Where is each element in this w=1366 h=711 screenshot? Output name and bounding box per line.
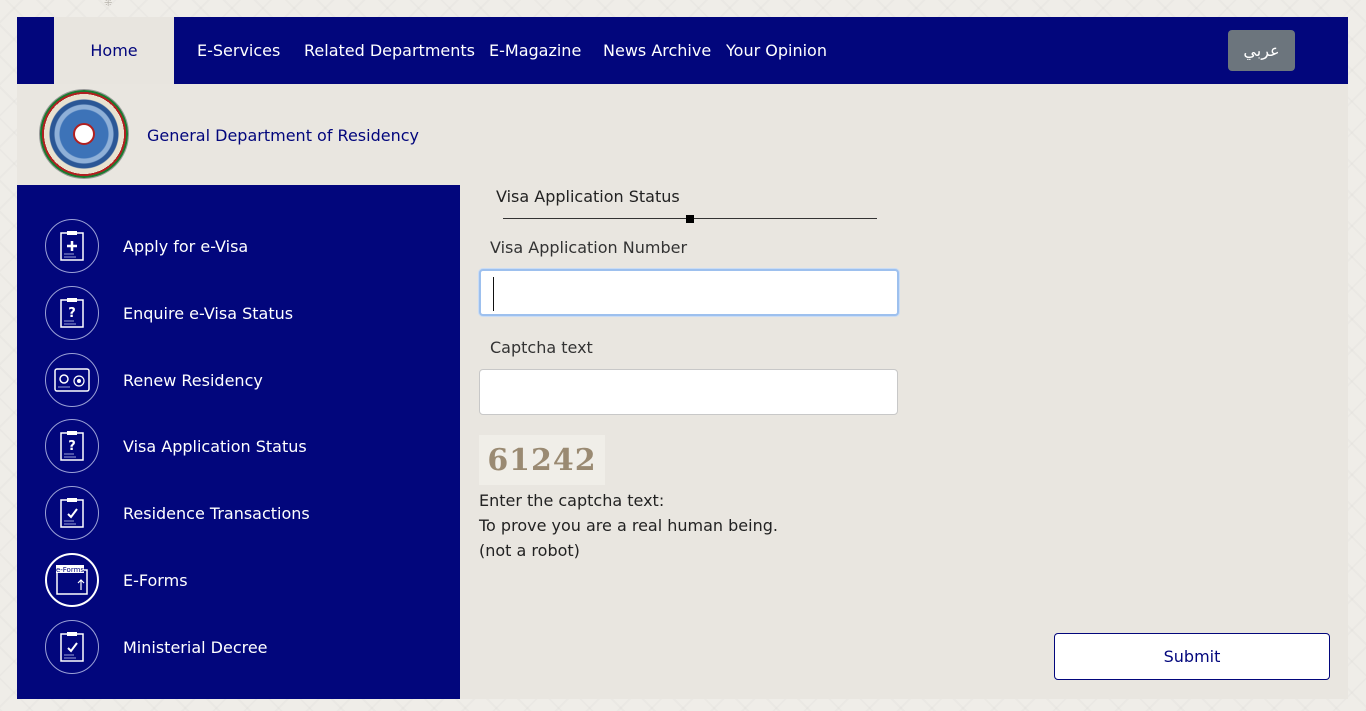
form-heading: Visa Application Status — [496, 187, 680, 206]
eforms-icon: e-Forms — [45, 553, 99, 607]
visa-number-label: Visa Application Number — [490, 238, 688, 257]
sidebar-item-eforms[interactable]: e-Forms E-Forms — [45, 551, 188, 609]
nav-related-departments[interactable]: Related Departments — [304, 17, 475, 84]
sidebar-item-ministerial-decree[interactable]: Ministerial Decree — [45, 618, 268, 676]
sidebar-item-label: Residence Transactions — [123, 503, 310, 523]
visa-question-icon: ? — [45, 286, 99, 340]
captcha-help-line: To prove you are a real human being. — [479, 516, 778, 535]
sidebar-item-label: Renew Residency — [123, 370, 263, 390]
site-title: General Department of Residency — [147, 126, 419, 145]
document-check-icon — [45, 486, 99, 540]
visa-add-icon — [45, 219, 99, 273]
main-panel: General Department of Residency Apply fo… — [17, 84, 1348, 699]
nav-your-opinion[interactable]: Your Opinion — [726, 17, 827, 84]
sidebar-item-renew-residency[interactable]: Renew Residency — [45, 351, 263, 409]
captcha-input[interactable] — [479, 369, 898, 415]
sidebar-item-residence-transactions[interactable]: Residence Transactions — [45, 484, 310, 542]
nav-e-magazine[interactable]: E-Magazine — [489, 17, 581, 84]
sidebar-item-apply-evisa[interactable]: Apply for e-Visa — [45, 217, 248, 275]
captcha-image-text: 61242 — [487, 442, 597, 478]
captcha-help-line: Enter the captcha text: — [479, 491, 665, 510]
document-check-icon — [45, 620, 99, 674]
captcha-image: 61242 — [479, 435, 605, 485]
sidebar-item-label: Enquire e-Visa Status — [123, 303, 294, 323]
eforms-icon-text: e-Forms — [56, 566, 84, 574]
top-navbar: Home E-Services Related Departments E-Ma… — [17, 17, 1348, 84]
visa-question-icon: ? — [45, 419, 99, 473]
nav-home[interactable]: Home — [54, 17, 174, 84]
captcha-help-line: (not a robot) — [479, 541, 580, 560]
sidebar-menu: Apply for e-Visa ? Enquire e-Visa Status… — [17, 185, 460, 699]
nav-news-archive[interactable]: News Archive — [603, 17, 711, 84]
submit-button[interactable]: Submit — [1054, 633, 1330, 680]
language-button[interactable]: عربي — [1228, 30, 1295, 71]
sidebar-item-label: Ministerial Decree — [123, 637, 268, 657]
nav-e-services[interactable]: E-Services — [197, 17, 280, 84]
id-card-icon — [45, 353, 99, 407]
divider-marker — [686, 215, 694, 223]
text-caret — [493, 277, 494, 311]
captcha-label: Captcha text — [490, 338, 593, 357]
sidebar-item-visa-application-status[interactable]: ? Visa Application Status — [45, 417, 307, 475]
sidebar-item-enquire-evisa[interactable]: ? Enquire e-Visa Status — [45, 284, 293, 342]
residency-logo — [40, 90, 128, 178]
visa-number-input[interactable] — [479, 269, 899, 316]
svg-text:?: ? — [68, 439, 76, 454]
svg-text:?: ? — [68, 306, 76, 321]
logo-emblem — [73, 123, 95, 145]
decorative-mark: ⁜ — [104, 0, 113, 9]
sidebar-item-label: E-Forms — [123, 570, 188, 590]
sidebar-item-label: Visa Application Status — [123, 436, 307, 456]
sidebar-item-label: Apply for e-Visa — [123, 236, 249, 256]
